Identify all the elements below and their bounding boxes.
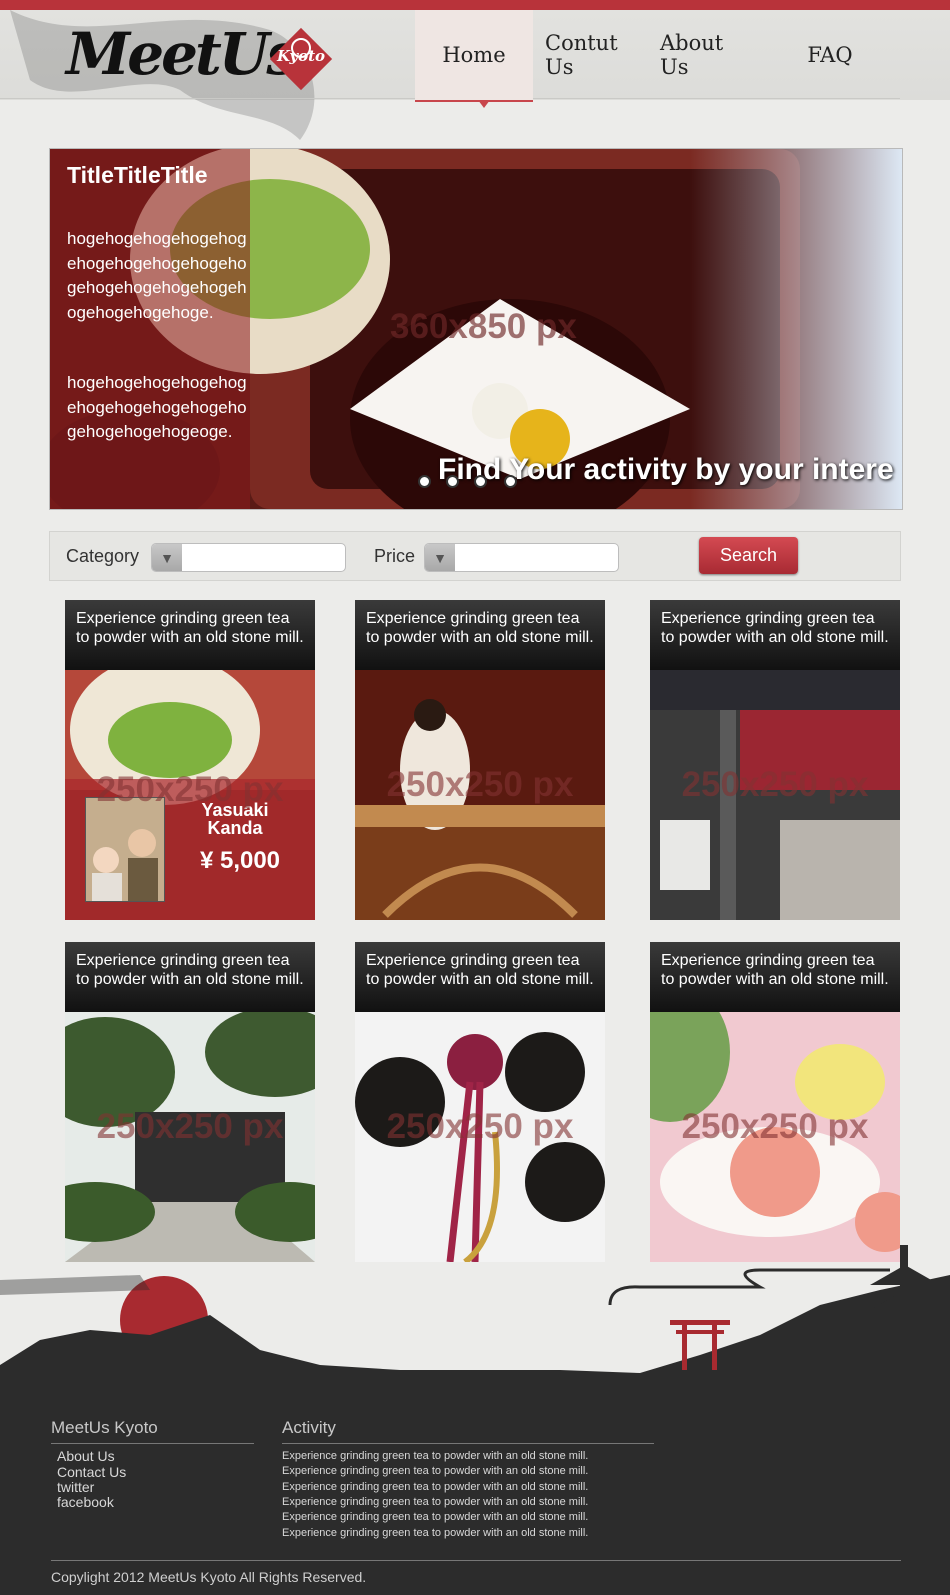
card-title: Experience grinding green tea to powder … bbox=[65, 600, 315, 670]
nav-faq[interactable]: FAQ bbox=[795, 10, 865, 100]
search-button[interactable]: Search bbox=[699, 537, 798, 574]
host-avatar bbox=[85, 797, 165, 902]
footer-activity-item[interactable]: Experience grinding green tea to powder … bbox=[282, 1481, 588, 1493]
copyright: Copylight 2012 MeetUs Kyoto All Rights R… bbox=[51, 1569, 367, 1585]
card-title: Experience grinding green tea to powder … bbox=[650, 942, 900, 1012]
card-title: Experience grinding green tea to powder … bbox=[65, 942, 315, 1012]
activity-price: ¥ 5,000 bbox=[199, 847, 281, 874]
nav-home[interactable]: Home bbox=[415, 10, 533, 102]
card-size-label: 250x250 px bbox=[96, 770, 284, 809]
hero-paragraph-2: hogehogehogehogehogehogehogehogehogehoge… bbox=[67, 373, 247, 441]
footer-link-facebook[interactable]: facebook bbox=[57, 1494, 114, 1510]
category-field[interactable] bbox=[184, 544, 345, 571]
hero-slider[interactable]: TitleTitleTitle hogehogehogehogehogehoge… bbox=[49, 148, 903, 510]
price-field[interactable] bbox=[457, 544, 618, 571]
footer-divider bbox=[282, 1443, 654, 1444]
card-title: Experience grinding green tea to powder … bbox=[650, 600, 900, 670]
card-size-label: 250x250 px bbox=[681, 1107, 869, 1146]
search-bar: Category ▼ Price ▼ Search bbox=[49, 531, 901, 581]
price-select[interactable]: ▼ bbox=[424, 543, 619, 572]
hero-paragraph-1: hogehogehogehogehogehogehogehogehogehoge… bbox=[67, 229, 247, 322]
nav-contact[interactable]: Contut Us bbox=[545, 10, 637, 100]
footer-brand-heading: MeetUs Kyoto bbox=[51, 1418, 158, 1437]
hero-title: TitleTitleTitle bbox=[67, 162, 208, 188]
activity-card[interactable]: Experience grinding green tea to powder … bbox=[65, 600, 315, 920]
slider-dot[interactable] bbox=[418, 475, 431, 488]
footer-divider bbox=[51, 1443, 254, 1444]
card-title: Experience grinding green tea to powder … bbox=[355, 942, 605, 1012]
footer-activity-item[interactable]: Experience grinding green tea to powder … bbox=[282, 1496, 588, 1508]
card-size-label: 250x250 px bbox=[386, 1107, 574, 1146]
card-size-label: 250x250 px bbox=[386, 765, 574, 804]
footer-activity-item[interactable]: Experience grinding green tea to powder … bbox=[282, 1527, 588, 1539]
footer-divider bbox=[51, 1560, 901, 1561]
price-label: Price bbox=[374, 546, 416, 566]
card-size-label: 250x250 px bbox=[96, 1107, 284, 1146]
site-logo[interactable]: MeetUs Kyoto bbox=[66, 18, 356, 98]
activity-card[interactable]: Experience grinding green tea to powder … bbox=[650, 942, 900, 1262]
kyoto-landscape-illustration bbox=[0, 1245, 950, 1415]
slider-dot[interactable] bbox=[504, 475, 517, 488]
slider-dot[interactable] bbox=[474, 475, 487, 488]
footer-activity-heading: Activity bbox=[282, 1418, 336, 1437]
hero-text-panel bbox=[50, 149, 250, 509]
nav-active-caret-icon bbox=[478, 100, 490, 108]
footer-link-twitter[interactable]: twitter bbox=[57, 1479, 94, 1495]
logo-wordmark: MeetUs bbox=[66, 20, 299, 88]
card-title: Experience grinding green tea to powder … bbox=[355, 600, 605, 670]
hero-size-label: 360x850 px bbox=[390, 307, 577, 346]
logo-badge-label: Kyoto bbox=[276, 47, 326, 65]
footer-activity-item[interactable]: Experience grinding green tea to powder … bbox=[282, 1450, 588, 1462]
footer-activity-item[interactable]: Experience grinding green tea to powder … bbox=[282, 1511, 588, 1523]
footer-link-about[interactable]: About Us bbox=[57, 1448, 115, 1464]
card-size-label: 250x250 px bbox=[681, 765, 869, 804]
activity-card[interactable]: Experience grinding green tea to powder … bbox=[355, 942, 605, 1262]
footer-activity-item[interactable]: Experience grinding green tea to powder … bbox=[282, 1465, 588, 1477]
footer-link-contact[interactable]: Contact Us bbox=[57, 1464, 126, 1480]
category-label: Category bbox=[66, 546, 140, 566]
activity-card[interactable]: Experience grinding green tea to powder … bbox=[65, 942, 315, 1262]
category-select[interactable]: ▼ bbox=[151, 543, 346, 572]
activity-card[interactable]: Experience grinding green tea to powder … bbox=[650, 600, 900, 920]
chevron-down-icon[interactable]: ▼ bbox=[152, 544, 182, 571]
chevron-down-icon[interactable]: ▼ bbox=[425, 544, 455, 571]
activity-card[interactable]: Experience grinding green tea to powder … bbox=[355, 600, 605, 920]
nav-about[interactable]: About Us bbox=[660, 10, 752, 100]
slider-dot[interactable] bbox=[446, 475, 459, 488]
